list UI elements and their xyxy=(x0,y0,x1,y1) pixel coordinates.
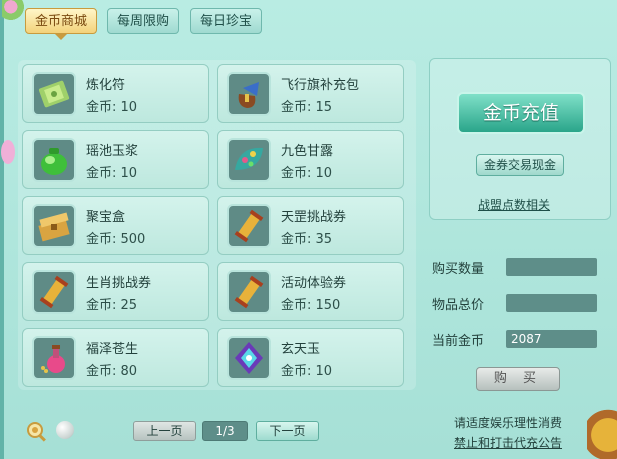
scroll-icon xyxy=(32,270,76,314)
tab-weekly-limited[interactable]: 每周限购 xyxy=(107,8,180,34)
item-name: 福泽苍生 xyxy=(86,342,139,357)
item-name: 瑶池玉浆 xyxy=(86,144,139,159)
item-price: 金币: 25 xyxy=(86,298,138,313)
magnifier-icon[interactable] xyxy=(26,421,48,443)
item-name: 炼化符 xyxy=(86,78,126,93)
jade-gem-icon xyxy=(227,336,271,380)
next-page-button[interactable]: 下一页 xyxy=(256,421,319,441)
page-indicator: 1/3 xyxy=(202,421,248,441)
item-price: 金币: 35 xyxy=(281,232,333,247)
item-price: 金币: 10 xyxy=(86,166,138,181)
item-price: 金币: 15 xyxy=(281,100,333,115)
item-name: 天罡挑战券 xyxy=(281,210,347,225)
item-price: 金币: 80 xyxy=(86,364,138,379)
pearl-icon[interactable] xyxy=(56,421,74,439)
alliance-points-link[interactable]: 战盟点数相关 xyxy=(478,196,550,213)
list-item[interactable]: 活动体验券 金币: 150 xyxy=(217,262,404,321)
list-item[interactable]: 福泽苍生 金币: 80 xyxy=(22,328,209,387)
quantity-label: 购买数量 xyxy=(432,262,485,277)
recharge-panel: 金币充值 金券交易现金 战盟点数相关 xyxy=(429,58,611,220)
current-gold-label: 当前金币 xyxy=(432,334,485,349)
list-item[interactable]: 炼化符 金币: 10 xyxy=(22,64,209,123)
voucher-exchange-button[interactable]: 金券交易现金 xyxy=(476,154,564,176)
total-price-label: 物品总价 xyxy=(432,298,485,313)
item-price: 金币: 10 xyxy=(86,100,138,115)
item-name: 活动体验券 xyxy=(281,276,347,291)
jade-jar-icon xyxy=(32,138,76,182)
item-name: 生肖挑战券 xyxy=(86,276,152,291)
list-item[interactable]: 生肖挑战券 金币: 25 xyxy=(22,262,209,321)
list-item[interactable]: 玄天玉 金币: 10 xyxy=(217,328,404,387)
talisman-icon xyxy=(32,72,76,116)
scroll-icon xyxy=(227,204,271,248)
current-gold-value: 2087 xyxy=(506,330,597,348)
potion-icon xyxy=(32,336,76,380)
shop-window: 金币商城 每周限购 每日珍宝 炼化符 金币: 10 飞行旗补充包 金币: 15 … xyxy=(0,0,617,459)
list-item[interactable]: 九色甘露 金币: 10 xyxy=(217,130,404,189)
buy-button[interactable]: 购 买 xyxy=(476,367,560,391)
list-item[interactable]: 天罡挑战券 金币: 35 xyxy=(217,196,404,255)
anti-proxy-recharge-link[interactable]: 禁止和打击代充公告 xyxy=(454,434,562,451)
treasure-box-icon xyxy=(32,204,76,248)
prev-page-button[interactable]: 上一页 xyxy=(133,421,196,441)
lotus-decoration xyxy=(2,0,24,20)
scroll-icon xyxy=(227,270,271,314)
item-name: 九色甘露 xyxy=(281,144,334,159)
flag-pack-icon xyxy=(227,72,271,116)
rational-spending-notice: 请适度娱乐理性消费 xyxy=(454,416,563,430)
list-item[interactable]: 瑶池玉浆 金币: 10 xyxy=(22,130,209,189)
list-item[interactable]: 飞行旗补充包 金币: 15 xyxy=(217,64,404,123)
item-name: 飞行旗补充包 xyxy=(281,78,360,93)
item-price: 金币: 150 xyxy=(281,298,341,313)
item-price: 金币: 10 xyxy=(281,364,333,379)
corner-ornament xyxy=(587,399,617,459)
total-price-field xyxy=(506,294,597,312)
dew-leaf-icon xyxy=(227,138,271,182)
quantity-field[interactable] xyxy=(506,258,597,276)
gold-recharge-button[interactable]: 金币充值 xyxy=(457,92,585,134)
tab-gold-shop[interactable]: 金币商城 xyxy=(25,8,98,40)
item-price: 金币: 10 xyxy=(281,166,333,181)
item-name: 玄天玉 xyxy=(281,342,321,357)
petal-decoration xyxy=(1,140,15,164)
tab-daily-treasure[interactable]: 每日珍宝 xyxy=(190,8,263,34)
list-item[interactable]: 聚宝盒 金币: 500 xyxy=(22,196,209,255)
item-name: 聚宝盒 xyxy=(86,210,126,225)
item-price: 金币: 500 xyxy=(86,232,146,247)
